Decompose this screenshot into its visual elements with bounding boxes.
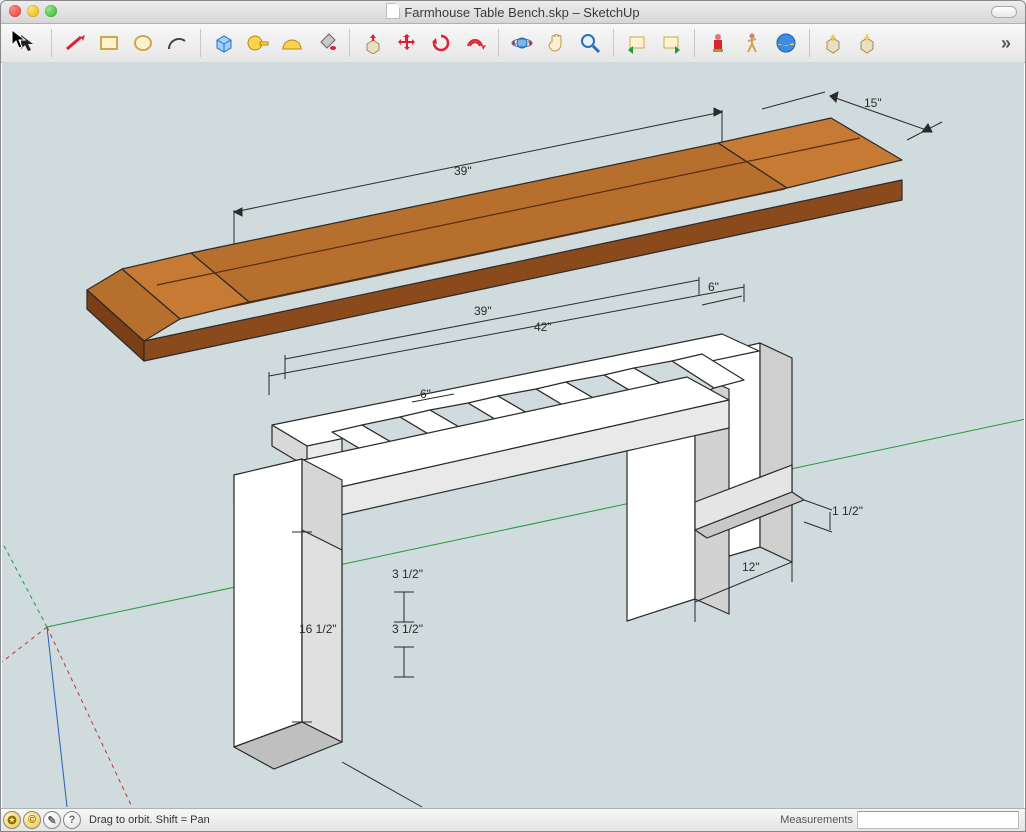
- model-scene: [2, 62, 1024, 809]
- walk-tool[interactable]: [739, 30, 765, 56]
- minimize-window-button[interactable]: [27, 5, 39, 17]
- pushpull-tool[interactable]: [360, 30, 386, 56]
- get-models-tool[interactable]: [820, 30, 846, 56]
- make-component-tool[interactable]: [211, 30, 237, 56]
- dim-stretcher: 12": [742, 560, 760, 574]
- zoom-window-button[interactable]: [45, 5, 57, 17]
- toolbar-overflow-button[interactable]: »: [993, 33, 1019, 54]
- dim-stretcher-th: 1 1/2": [832, 504, 863, 518]
- circle-tool[interactable]: [130, 30, 156, 56]
- bench-frame: [234, 334, 804, 769]
- document-icon: [386, 3, 400, 19]
- dim-top-width: 15": [864, 96, 882, 110]
- axes: [2, 419, 1024, 807]
- geolocation-icon[interactable]: ✪: [3, 811, 21, 829]
- offset-tool[interactable]: [462, 30, 488, 56]
- dim-frame-outer: 42": [534, 320, 552, 334]
- dim-top-length: 39": [454, 164, 472, 178]
- bench-top: [87, 118, 902, 361]
- select-tool[interactable]: [15, 30, 41, 56]
- protractor-tool[interactable]: [279, 30, 305, 56]
- status-bar: ✪ © ✎ ? Drag to orbit. Shift = Pan Measu…: [1, 808, 1025, 831]
- status-hint: Drag to orbit. Shift = Pan: [89, 814, 210, 826]
- measurements-input[interactable]: [857, 811, 1019, 829]
- orbit-tool[interactable]: [509, 30, 535, 56]
- window-title: Farmhouse Table Bench.skp – SketchUp: [386, 5, 639, 20]
- share-model-tool[interactable]: [854, 30, 880, 56]
- measurements-label: Measurements: [780, 814, 857, 826]
- tape-measure-tool[interactable]: [245, 30, 271, 56]
- toolbar-pill-icon[interactable]: [991, 6, 1017, 18]
- next-view-tool[interactable]: [658, 30, 684, 56]
- titlebar[interactable]: Farmhouse Table Bench.skp – SketchUp: [1, 1, 1025, 24]
- help-icon[interactable]: ?: [63, 811, 81, 829]
- dim-rail-h2: 3 1/2": [392, 622, 423, 636]
- dim-rail-h1: 3 1/2": [392, 567, 423, 581]
- dim-leg-height: 16 1/2": [299, 622, 337, 636]
- position-camera-tool[interactable]: [705, 30, 731, 56]
- app-window: Farmhouse Table Bench.skp – SketchUp: [0, 0, 1026, 832]
- rotate-tool[interactable]: [428, 30, 454, 56]
- rectangle-tool[interactable]: [96, 30, 122, 56]
- dim-slat: 6": [420, 387, 431, 401]
- dim-end: 6": [708, 280, 719, 294]
- window-controls: [9, 5, 57, 17]
- google-earth-tool[interactable]: [773, 30, 799, 56]
- arc-tool[interactable]: [164, 30, 190, 56]
- main-toolbar: »: [1, 24, 1025, 63]
- previous-view-tool[interactable]: [624, 30, 650, 56]
- paint-bucket-tool[interactable]: [313, 30, 339, 56]
- credits-icon[interactable]: ©: [23, 811, 41, 829]
- model-viewport[interactable]: 39" 15" 39" 42" 6" 6" 16 1/2" 3 1/2" 3 1…: [2, 62, 1024, 809]
- close-window-button[interactable]: [9, 5, 21, 17]
- pan-tool[interactable]: [543, 30, 569, 56]
- claim-credit-icon[interactable]: ✎: [43, 811, 61, 829]
- move-tool[interactable]: [394, 30, 420, 56]
- line-tool[interactable]: [62, 30, 88, 56]
- zoom-tool[interactable]: [577, 30, 603, 56]
- dim-frame-inner: 39": [474, 304, 492, 318]
